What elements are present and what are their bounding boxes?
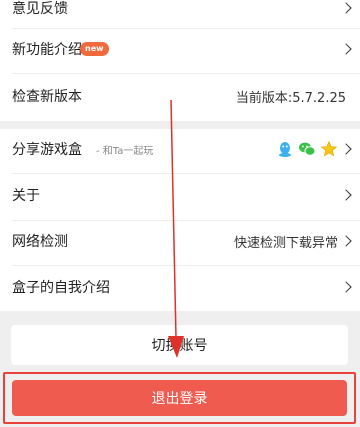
divider	[12, 265, 360, 266]
qq-icon[interactable]	[276, 140, 294, 158]
chevron-right-icon	[340, 43, 352, 55]
star-icon[interactable]	[320, 140, 338, 158]
settings-item-label: 关于	[12, 188, 40, 204]
network-check-value: 快速检测下载异常	[233, 235, 338, 251]
wechat-icon[interactable]	[298, 140, 316, 158]
share-sublabel: - 和Ta一起玩	[96, 145, 154, 157]
settings-item-check-version[interactable]: 检查新版本 当前版本:5.7.2.25	[0, 76, 360, 116]
switch-account-button[interactable]: 切换账号	[11, 325, 348, 365]
chevron-right-icon	[340, 2, 352, 14]
settings-card-top: 意见反馈 新功能介绍 new 检查新版本 当前版本:5.7.2.25	[0, 0, 360, 121]
share-icons	[276, 140, 338, 158]
settings-item-feedback[interactable]: 意见反馈	[0, 0, 360, 28]
divider	[12, 173, 360, 174]
settings-item-label: 分享游戏盒	[12, 142, 82, 158]
settings-item-label: 盒子的自我介绍	[12, 280, 110, 296]
settings-item-share[interactable]: 分享游戏盒 - 和Ta一起玩	[0, 129, 360, 169]
current-version-value: 当前版本:5.7.2.25	[235, 90, 346, 106]
settings-item-label: 新功能介绍	[12, 42, 82, 58]
settings-item-network[interactable]: 网络检测 快速检测下载异常	[0, 221, 360, 261]
settings-item-label: 意见反馈	[12, 1, 68, 17]
chevron-right-icon	[340, 281, 352, 293]
new-badge: new	[80, 42, 109, 56]
settings-card-middle: 分享游戏盒 - 和Ta一起玩 关于 网络检测 快速检测下载异常 盒子的自我介绍	[0, 129, 360, 311]
chevron-right-icon	[340, 143, 352, 155]
chevron-right-icon	[340, 189, 352, 201]
divider	[12, 73, 360, 74]
settings-item-intro[interactable]: 盒子的自我介绍	[0, 267, 360, 307]
chevron-right-icon	[340, 235, 352, 247]
settings-item-label: 网络检测	[12, 234, 68, 250]
settings-item-about[interactable]: 关于	[0, 175, 360, 215]
logout-button[interactable]: 退出登录	[12, 380, 347, 416]
settings-item-new-features[interactable]: 新功能介绍 new	[0, 29, 360, 69]
settings-item-label: 检查新版本	[12, 89, 82, 105]
